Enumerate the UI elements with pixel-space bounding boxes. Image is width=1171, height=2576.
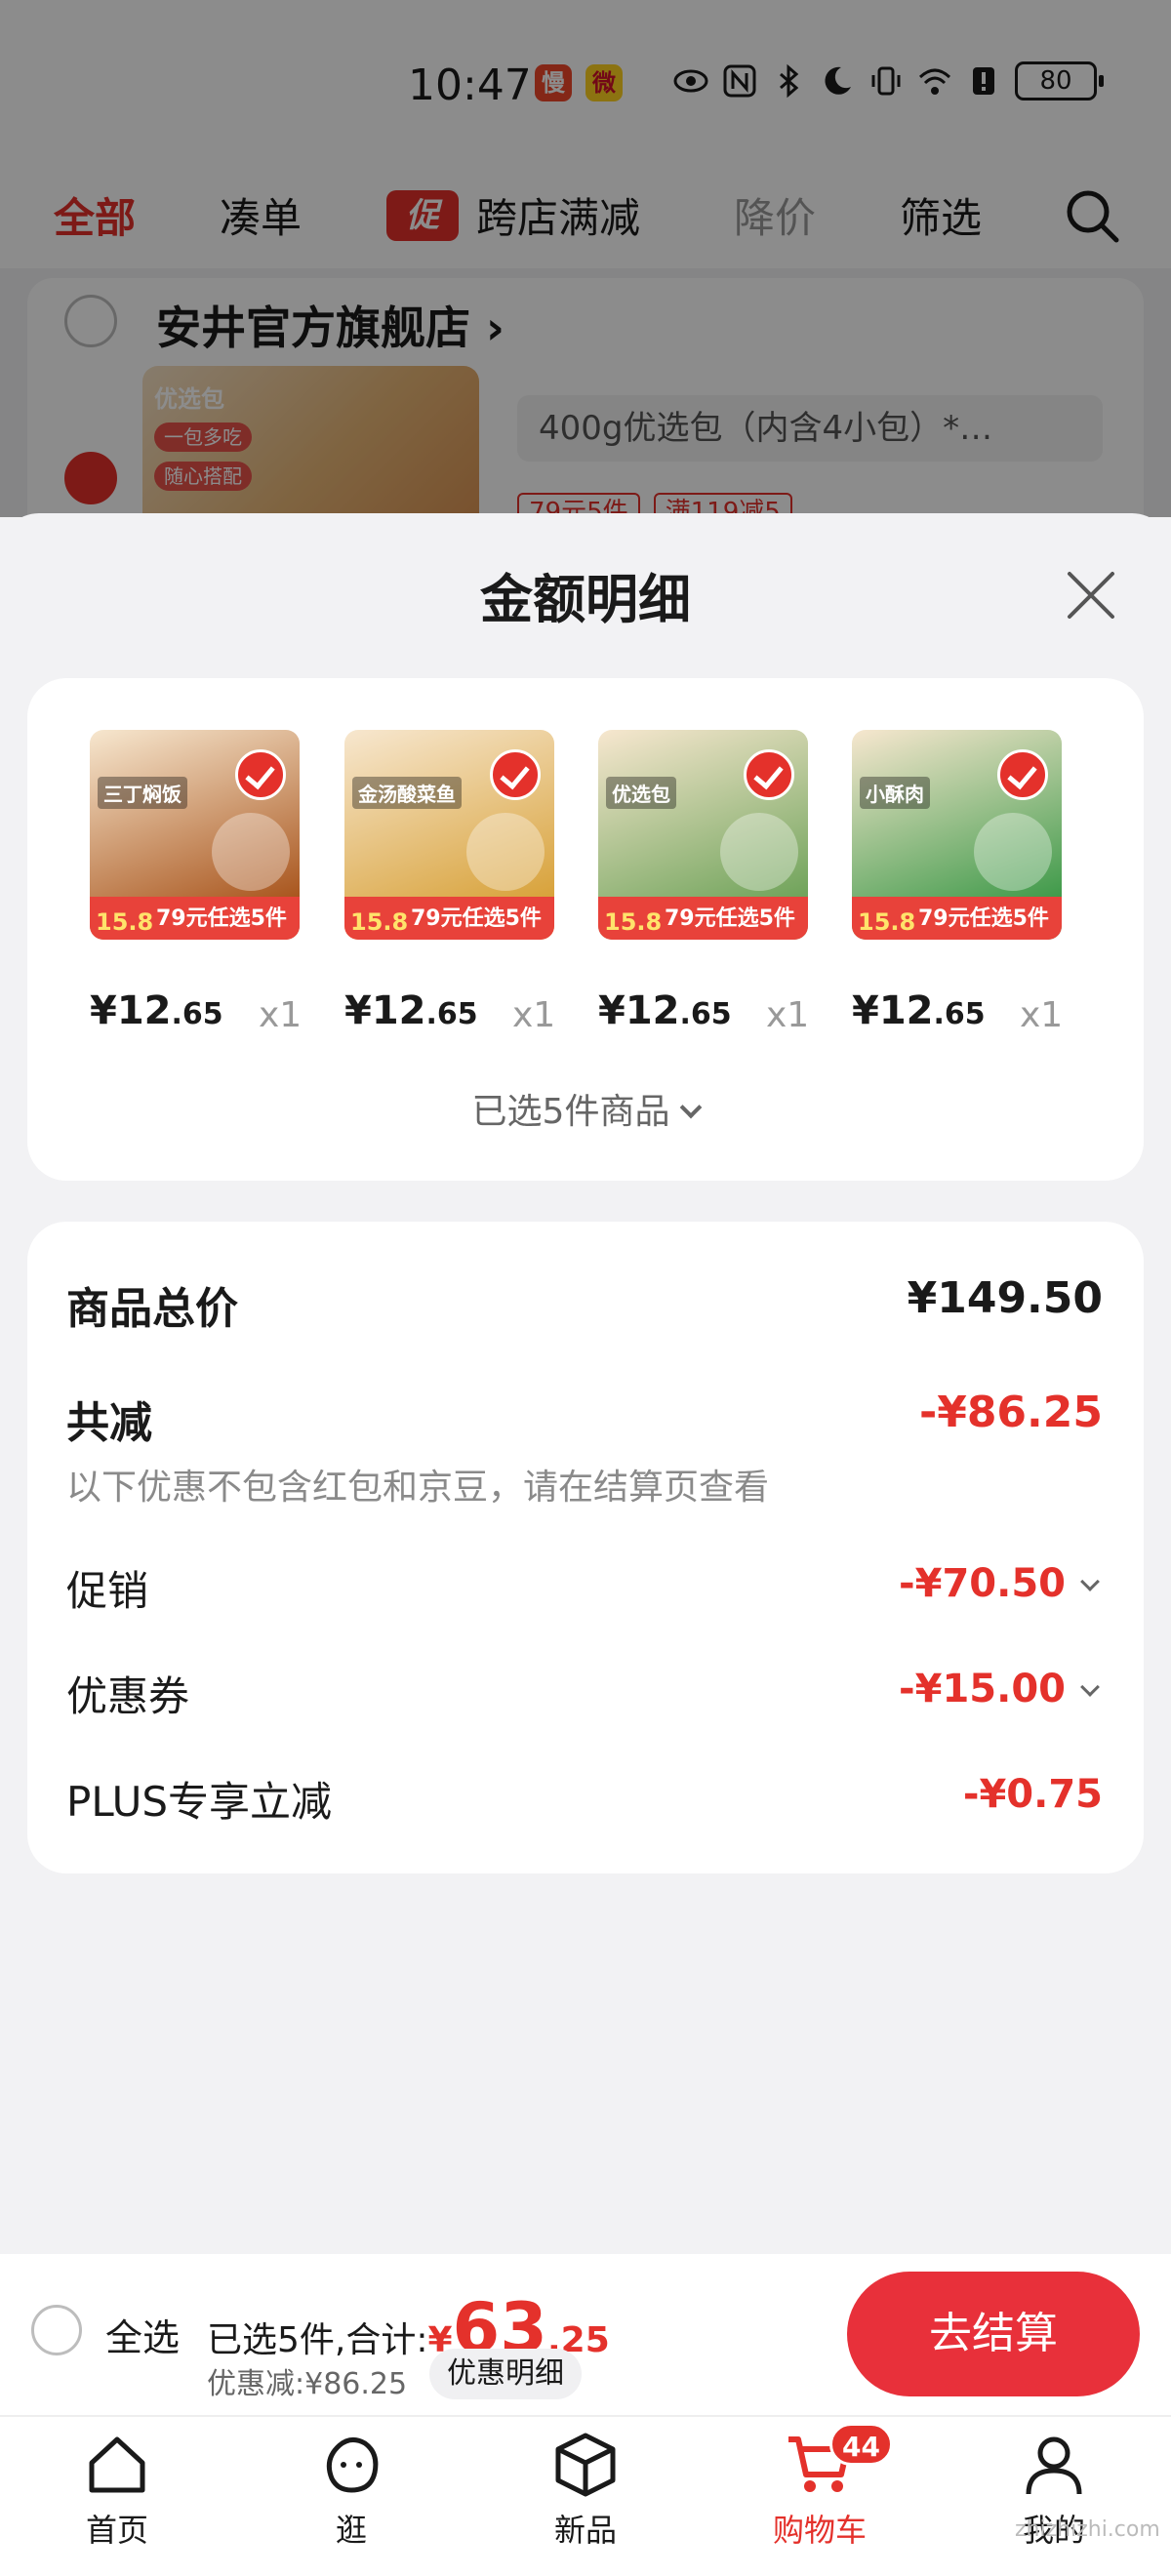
tag-price: 15.8	[96, 908, 154, 936]
selected-count-text: 已选5件,合计:	[207, 2320, 428, 2360]
checked-icon	[490, 749, 541, 800]
product-price: ¥12.65	[598, 988, 732, 1033]
product-item[interactable]: 小酥肉 15.8 79元任选5件	[852, 730, 1062, 940]
product-image: 三丁焖饭 15.8 79元任选5件	[90, 730, 300, 940]
select-all-label[interactable]: 全选	[105, 2308, 180, 2361]
nav-browse-label: 逛	[335, 2512, 367, 2549]
product-decoration	[974, 813, 1052, 891]
discount-amount: 优惠减:¥86.25	[207, 2367, 408, 2401]
product-name: 小酥肉	[860, 777, 930, 809]
nav-cart-label: 购物车	[772, 2512, 867, 2549]
product-name: 三丁焖饭	[98, 777, 187, 809]
price-cents: .65	[425, 997, 478, 1031]
total-discount-label: 共减	[66, 1398, 152, 1448]
tag-offer: 79元任选5件	[156, 906, 287, 931]
promo-value[interactable]: -¥70.50	[899, 1561, 1066, 1606]
product-price: ¥12.65	[344, 988, 478, 1033]
price-cents: .65	[933, 997, 986, 1031]
nav-home-label: 首页	[85, 2512, 148, 2549]
product-qty: x1	[766, 995, 810, 1035]
product-name: 金汤酸菜鱼	[352, 777, 462, 809]
tag-price: 15.8	[604, 908, 663, 936]
modal-backdrop[interactable]	[0, 0, 1171, 517]
price-main: ¥12	[90, 988, 172, 1033]
plus-discount-label: PLUS专享立减	[66, 1778, 333, 1826]
price-main: ¥12	[852, 988, 934, 1033]
tag-offer: 79元任选5件	[918, 906, 1049, 931]
selected-summary-label: 已选5件商品	[471, 1092, 670, 1132]
product-price: ¥12.65	[90, 988, 223, 1033]
nav-browse[interactable]: 逛	[273, 2430, 429, 2551]
user-icon	[1026, 2436, 1082, 2495]
product-price: ¥12.65	[852, 988, 986, 1033]
home-icon	[89, 2436, 145, 2493]
plus-discount-value: -¥0.75	[962, 1772, 1103, 1817]
box-icon	[555, 2433, 616, 2497]
tag-price: 15.8	[858, 908, 916, 936]
checked-icon	[235, 749, 286, 800]
tag-offer: 79元任选5件	[665, 906, 795, 931]
nav-new-label: 新品	[553, 2512, 617, 2549]
close-icon[interactable]	[1062, 566, 1120, 624]
goods-total-value: ¥149.50	[907, 1273, 1103, 1323]
nav-new[interactable]: 新品	[507, 2430, 664, 2551]
price-cents: .65	[171, 997, 223, 1031]
goods-total-label: 商品总价	[66, 1284, 238, 1334]
product-decoration	[466, 813, 545, 891]
product-item[interactable]: 金汤酸菜鱼 15.8 79元任选5件	[344, 730, 554, 940]
tag-offer: 79元任选5件	[411, 906, 542, 931]
price-cents: .65	[679, 997, 732, 1031]
chevron-down-icon	[680, 1096, 703, 1119]
product-image: 小酥肉 15.8 79元任选5件	[852, 730, 1062, 940]
cart-count-badge: 44	[829, 2423, 893, 2466]
browse-icon	[326, 2437, 379, 2493]
discount-detail-button[interactable]: 优惠明细	[429, 2349, 582, 2399]
product-name: 优选包	[606, 777, 676, 809]
product-decoration	[212, 813, 290, 891]
product-qty: x1	[259, 995, 303, 1035]
price-main: ¥12	[344, 988, 426, 1033]
price-main: ¥12	[598, 988, 680, 1033]
select-all-radio[interactable]	[31, 2305, 82, 2355]
product-image: 优选包 15.8 79元任选5件	[598, 730, 808, 940]
discount-note: 以下优惠不包含红包和京豆，请在结算页查看	[66, 1468, 770, 1508]
tag-price: 15.8	[350, 908, 409, 936]
product-image: 金汤酸菜鱼 15.8 79元任选5件	[344, 730, 554, 940]
promo-label[interactable]: 促销	[66, 1558, 148, 1618]
checkout-button[interactable]: 去结算	[847, 2272, 1140, 2396]
total-discount-value: -¥86.25	[918, 1388, 1103, 1437]
watermark: zhizhizhi.com	[1015, 2517, 1160, 2542]
sheet-title: 金额明细	[480, 569, 691, 630]
checked-icon	[997, 749, 1048, 800]
product-qty: x1	[512, 995, 556, 1035]
checked-icon	[744, 749, 794, 800]
coupon-label[interactable]: 优惠券	[66, 1664, 189, 1723]
product-qty: x1	[1020, 995, 1064, 1035]
product-item[interactable]: 优选包 15.8 79元任选5件	[598, 730, 808, 940]
coupon-value[interactable]: -¥15.00	[899, 1667, 1066, 1711]
selected-items-toggle[interactable]: 已选5件商品	[0, 1083, 1171, 1134]
nav-home[interactable]: 首页	[39, 2430, 195, 2551]
product-decoration	[720, 813, 798, 891]
product-item[interactable]: 三丁焖饭 15.8 79元任选5件	[90, 730, 300, 940]
